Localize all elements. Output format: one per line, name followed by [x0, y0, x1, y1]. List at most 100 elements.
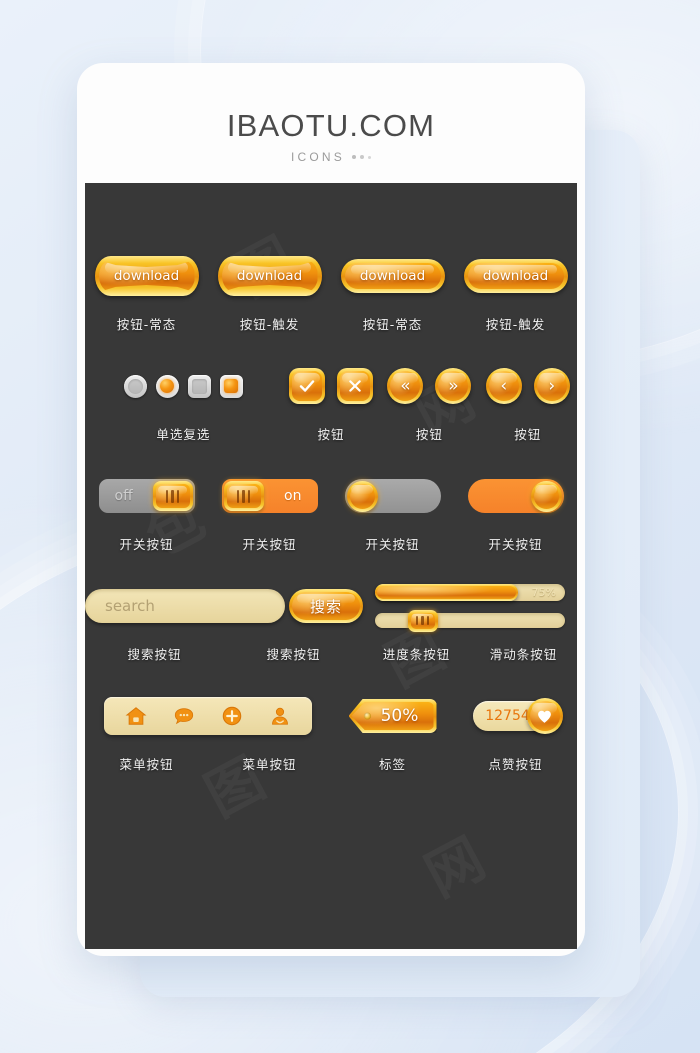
search-submit-button[interactable]: 搜索 [289, 589, 363, 623]
row-search-and-bars: search 搜索 搜索按钮 搜索按钮 75% 进度条按钮 滑动条按钮 [85, 577, 577, 687]
menu-bar [104, 697, 312, 735]
caption: 开关按钮 [365, 537, 420, 552]
checkbox-unchecked[interactable] [187, 374, 211, 398]
toggle-square-on-knob[interactable] [223, 481, 264, 511]
percent-tag-label: 50% [380, 706, 419, 726]
cell-toggle-square-off: off 开关按钮 [85, 467, 208, 577]
like-count: 12754 [485, 708, 530, 724]
radio-checked[interactable] [155, 374, 179, 398]
row-menu-tag-like: 菜单按钮 菜单按钮 50% 标签 12754 点赞按钮 [85, 687, 577, 797]
confirm-button[interactable] [289, 368, 325, 404]
search-input[interactable]: search [85, 589, 285, 623]
close-icon [349, 380, 361, 392]
search-input-placeholder: search [105, 597, 155, 615]
caption: 按钮 [514, 427, 542, 442]
download-pill-active-label: download [482, 268, 549, 284]
heart-icon [538, 710, 551, 723]
cell-toggle-round-on: 开关按钮 [454, 467, 577, 577]
download-bone-normal[interactable]: download [94, 256, 199, 296]
caption: 菜单按钮 [242, 757, 297, 772]
download-bone-normal-face: download [98, 260, 195, 292]
home-icon[interactable] [124, 704, 148, 728]
search-submit-label: 搜索 [309, 597, 342, 616]
cell-download-pill-active: download 按钮-触发 [454, 247, 577, 357]
download-pill-active[interactable]: download [463, 259, 568, 293]
download-pill-normal-label: download [359, 268, 426, 284]
toggle-round-on[interactable] [467, 479, 564, 513]
prev-button[interactable]: ‹ [485, 368, 522, 404]
page-subtitle-text: ICONS [290, 150, 345, 164]
card-header: IBAOTU.COM ICONS [77, 63, 585, 164]
next-button[interactable]: › [533, 368, 570, 404]
cell-menu-bar: 菜单按钮 菜单按钮 [85, 687, 331, 797]
double-chevron-right-icon: » [448, 375, 459, 396]
cell-percent-tag: 50% 标签 [331, 687, 454, 797]
caption: 开关按钮 [242, 537, 297, 552]
percent-tag[interactable]: 50% [348, 699, 437, 733]
cancel-button[interactable] [337, 368, 373, 404]
grip-icon [236, 489, 251, 503]
toggle-round-off-knob[interactable] [346, 480, 378, 512]
tag-hole-icon [363, 712, 371, 720]
download-bone-active-face: download [221, 260, 318, 292]
caption: 按钮 [415, 427, 443, 442]
caption: 单选复选 [156, 427, 211, 442]
showcase-rows: download 按钮-常态 download 按钮-触发 download 按… [85, 183, 577, 797]
caption: 滑动条按钮 [489, 647, 558, 662]
preview-card: IBAOTU.COM ICONS 图 网 包 图 图 网 download [77, 63, 585, 956]
dots-icon [352, 155, 371, 159]
showcase-panel: 图 网 包 图 图 网 download 按钮-常态 [85, 183, 577, 949]
caption: 搜索按钮 [266, 647, 321, 662]
grip-icon [415, 616, 430, 625]
cell-download-bone-normal: download 按钮-常态 [85, 247, 208, 357]
toggle-round-on-knob[interactable] [530, 480, 562, 512]
toggle-square-off-knob[interactable] [152, 481, 193, 511]
double-chevron-left-icon: « [400, 375, 411, 396]
download-pill-normal-face: download [344, 263, 441, 289]
range-slider-thumb[interactable] [407, 609, 438, 632]
chevron-left-icon: ‹ [500, 375, 508, 396]
caption: 按钮-常态 [116, 317, 177, 332]
toggle-square-off[interactable]: off [98, 479, 195, 513]
caption: 按钮-触发 [485, 317, 546, 332]
radio-unchecked[interactable] [123, 374, 147, 398]
watermark: 网 [409, 815, 496, 913]
checkbox-checked[interactable] [219, 374, 243, 398]
page-subtitle: ICONS [77, 150, 585, 164]
like-toggle-button[interactable] [526, 698, 563, 734]
radio-checkbox-group [123, 374, 243, 398]
first-page-button[interactable]: « [387, 368, 424, 404]
toggle-square-on[interactable]: on [221, 479, 318, 513]
download-bone-active-label: download [236, 268, 303, 284]
caption: 菜单按钮 [119, 757, 174, 772]
download-bone-active[interactable]: download [217, 256, 322, 296]
last-page-button[interactable]: » [435, 368, 472, 404]
cell-toggle-square-on: on 开关按钮 [208, 467, 331, 577]
grip-icon [165, 489, 180, 503]
progress-bar: 75% [375, 584, 565, 601]
check-icon [299, 380, 315, 392]
download-pill-normal[interactable]: download [340, 259, 445, 293]
cell-search: search 搜索 搜索按钮 搜索按钮 [85, 577, 363, 687]
toggle-square-off-label: off [114, 488, 133, 504]
row-download-buttons: download 按钮-常态 download 按钮-触发 download 按… [85, 247, 577, 357]
caption: 进度条按钮 [382, 647, 451, 662]
chat-bubble-icon[interactable] [172, 704, 196, 728]
cell-single-chevron: ‹ › 按钮 [479, 357, 577, 467]
row-toggles: off 开关按钮 on 开关按钮 开关按钮 开关按钮 [85, 467, 577, 577]
caption: 按钮-常态 [362, 317, 423, 332]
user-icon[interactable] [268, 704, 292, 728]
progress-bar-fill [375, 584, 518, 601]
cell-toggle-round-off: 开关按钮 [331, 467, 454, 577]
toggle-round-off[interactable] [344, 479, 441, 513]
like-button[interactable]: 12754 [472, 698, 563, 734]
range-slider[interactable] [375, 609, 565, 632]
cell-confirm-cancel: 按钮 [282, 357, 380, 467]
download-bone-normal-label: download [113, 268, 180, 284]
chevron-right-icon: › [548, 375, 556, 396]
cell-like-button: 12754 点赞按钮 [454, 687, 577, 797]
toggle-square-on-label: on [284, 488, 302, 504]
plus-circle-icon[interactable] [220, 704, 244, 728]
caption: 开关按钮 [488, 537, 543, 552]
caption: 点赞按钮 [488, 757, 543, 772]
